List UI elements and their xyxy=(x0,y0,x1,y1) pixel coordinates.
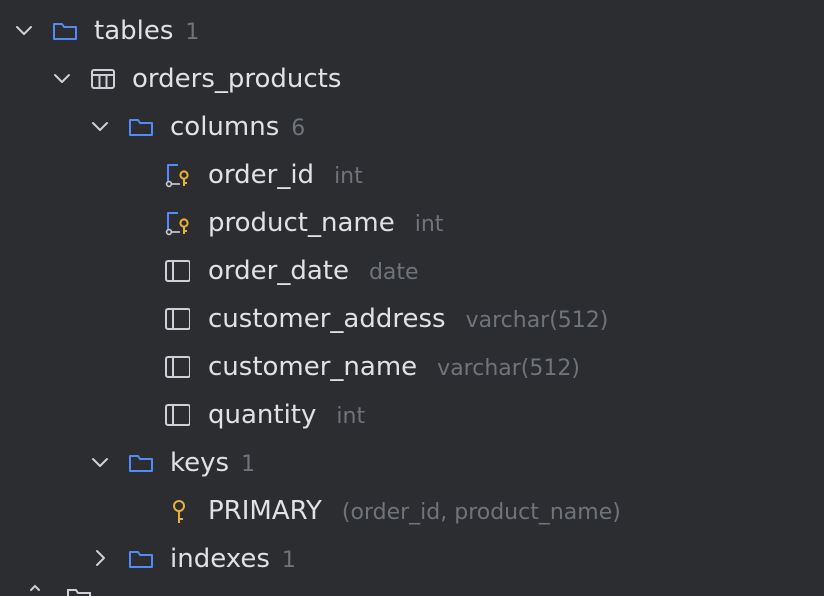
key-name: PRIMARY xyxy=(208,496,322,526)
tree-node-tables[interactable]: tables 1 xyxy=(0,6,824,54)
node-count: 1 xyxy=(281,548,296,573)
database-tree: tables 1 orders_products columns 6 order… xyxy=(0,0,824,596)
primary-key-column-icon xyxy=(165,212,189,236)
column-name: customer_name xyxy=(208,352,418,382)
node-label: tables xyxy=(94,16,174,46)
column-name: quantity xyxy=(208,400,317,430)
tree-node-columns[interactable]: columns 6 xyxy=(0,102,824,150)
tree-node-column[interactable]: customer_name varchar(512) xyxy=(0,342,824,390)
tree-node-column[interactable]: customer_address varchar(512) xyxy=(0,294,824,342)
chevron-down-icon[interactable] xyxy=(88,450,112,474)
column-icon xyxy=(165,356,190,378)
key-icon xyxy=(173,500,185,523)
folder-icon xyxy=(129,455,153,472)
column-type: int xyxy=(414,212,444,237)
chevron-right-icon[interactable] xyxy=(88,546,112,570)
folder-icon xyxy=(53,23,77,40)
chevron-down-icon[interactable] xyxy=(12,18,36,42)
table-icon xyxy=(91,69,115,89)
tree-node-keys[interactable]: keys 1 xyxy=(0,438,824,486)
node-count: 6 xyxy=(291,116,306,141)
chevron-down-icon[interactable] xyxy=(88,114,112,138)
column-type: int xyxy=(336,404,366,429)
tree-node-key[interactable]: PRIMARY (order_id, product_name) xyxy=(0,486,824,534)
column-icon xyxy=(165,404,190,426)
column-name: order_id xyxy=(208,160,315,190)
column-type: varchar(512) xyxy=(437,356,580,381)
tree-node-indexes[interactable]: indexes 1 xyxy=(0,534,824,582)
column-type: varchar(512) xyxy=(465,308,609,333)
column-name: customer_address xyxy=(208,304,446,334)
folder-icon xyxy=(67,589,91,596)
tree-node-cut-off xyxy=(14,584,214,596)
column-icon xyxy=(165,308,190,330)
node-label: columns xyxy=(170,112,280,142)
node-label: keys xyxy=(170,448,230,478)
node-label: indexes xyxy=(170,544,270,574)
tree-node-column[interactable]: order_date date xyxy=(0,246,824,294)
column-icon xyxy=(165,260,190,282)
tree-node-column[interactable]: order_id int xyxy=(0,150,824,198)
column-type: int xyxy=(334,164,363,189)
chevron-down-icon[interactable] xyxy=(50,66,74,90)
folder-icon xyxy=(129,551,153,568)
chevron-icon xyxy=(30,584,40,591)
node-label: orders_products xyxy=(132,64,342,94)
tree-node-column[interactable]: product_name int xyxy=(0,198,824,246)
column-type: date xyxy=(368,260,419,285)
key-columns: (order_id, product_name) xyxy=(341,500,621,525)
column-name: order_date xyxy=(208,256,349,286)
folder-icon xyxy=(129,119,153,136)
tree-node-table-orders-products[interactable]: orders_products xyxy=(0,54,824,102)
node-count: 1 xyxy=(241,452,256,477)
tree-node-column[interactable]: quantity int xyxy=(0,390,824,438)
primary-key-column-icon xyxy=(165,164,189,188)
column-name: product_name xyxy=(208,208,395,238)
node-count: 1 xyxy=(185,20,200,45)
